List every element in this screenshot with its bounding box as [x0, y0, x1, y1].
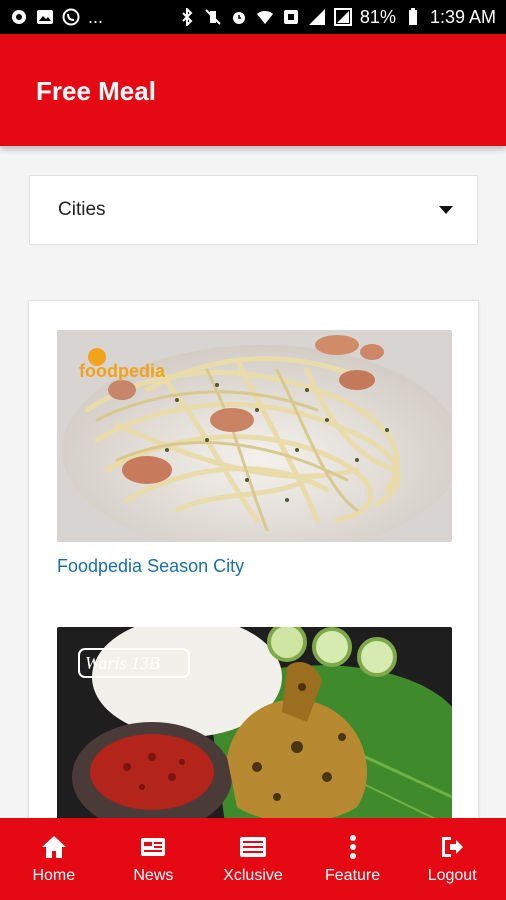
whatsapp-icon: [62, 8, 80, 26]
bluetooth-icon: [178, 8, 196, 26]
news-icon: [139, 833, 167, 861]
pasta-photo: foodpedia: [57, 330, 452, 542]
clock: 1:39 AM: [429, 6, 496, 27]
svg-text:foodpedia: foodpedia: [79, 361, 166, 381]
more-notifications-text: ...: [88, 6, 104, 27]
nav-feature-label: Feature: [325, 867, 381, 884]
nav-news[interactable]: News: [104, 818, 202, 900]
bottom-navigation: Home News Xclusive Feature Logout: [0, 818, 506, 900]
restaurant-item[interactable]: foodpedia Foodpedia Season City: [57, 330, 452, 577]
xclusive-icon: [239, 833, 267, 861]
signal-icon: [308, 8, 326, 26]
city-select-value: Cities: [58, 199, 106, 220]
status-bar-left: ...: [10, 7, 103, 28]
status-bar: ... 81% 1:39 AM: [0, 0, 506, 34]
vibrate-mute-icon: [204, 8, 222, 26]
data-saver-icon: [282, 8, 300, 26]
app-bar: Free Meal: [0, 34, 506, 146]
app-title: Free Meal: [36, 76, 156, 106]
nav-logout-label: Logout: [427, 867, 477, 884]
nav-feature[interactable]: Feature: [304, 818, 402, 900]
nav-home[interactable]: Home: [5, 818, 103, 900]
restaurant-image[interactable]: Waris 13B: [57, 627, 452, 819]
city-select[interactable]: Cities: [29, 175, 478, 245]
restaurant-list: foodpedia Foodpedia Season City Waris 13…: [28, 300, 479, 820]
battery-icon: [404, 8, 422, 26]
signal-2-icon: [333, 8, 352, 26]
wifi-icon: [256, 8, 274, 26]
more-vertical-icon: [339, 833, 367, 861]
home-icon: [40, 833, 68, 861]
battery-percent: 81%: [359, 6, 396, 27]
image-notification-icon: [36, 8, 54, 26]
nav-xclusive-label: Xclusive: [223, 867, 283, 884]
restaurant-name[interactable]: Foodpedia Season City: [57, 556, 452, 577]
chicken-rice-photo: Waris 13B: [57, 627, 452, 819]
notification-app-icon: [10, 8, 28, 26]
dropdown-arrow-icon: [439, 206, 453, 214]
status-bar-right: 81% 1:39 AM: [178, 7, 496, 28]
nav-xclusive[interactable]: Xclusive: [204, 818, 302, 900]
logout-icon: [438, 833, 466, 861]
svg-text:Waris 13B: Waris 13B: [85, 653, 160, 673]
restaurant-item[interactable]: Waris 13B: [57, 627, 452, 819]
nav-home-label: Home: [32, 867, 76, 884]
nav-logout[interactable]: Logout: [403, 818, 501, 900]
alarm-icon: [230, 8, 248, 26]
restaurant-image[interactable]: foodpedia: [57, 330, 452, 542]
nav-news-label: News: [133, 867, 174, 884]
